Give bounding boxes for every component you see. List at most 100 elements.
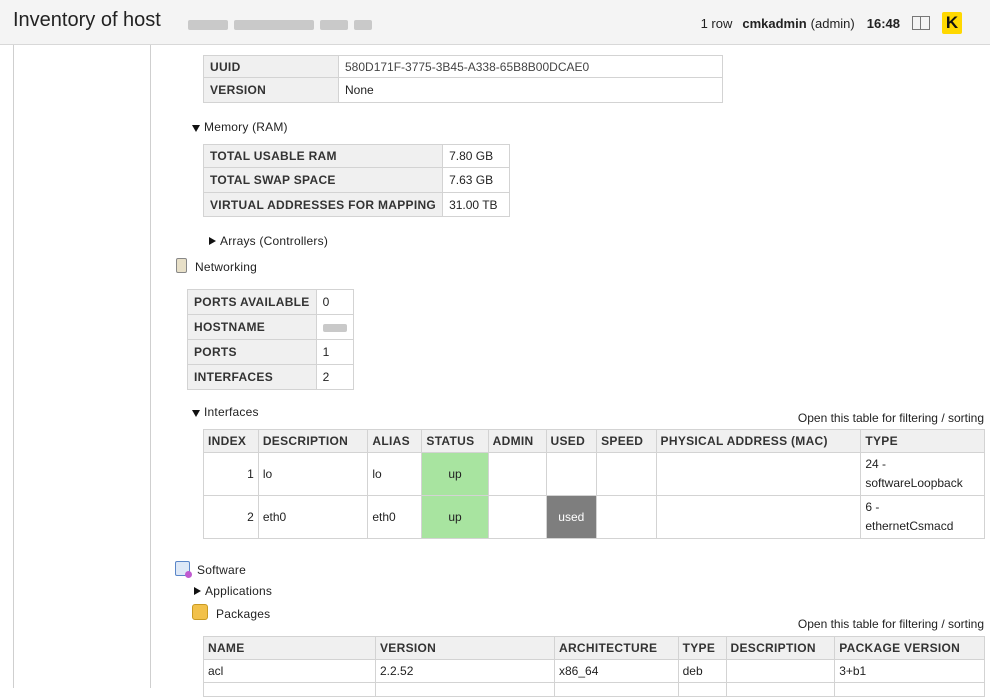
hostname-redacted (322, 323, 347, 332)
username[interactable]: cmkadmin (742, 16, 806, 31)
memory-node[interactable]: Memory (RAM) (192, 120, 288, 134)
table-cell: 2.2.52 (375, 659, 555, 683)
interfaces-filter-link[interactable]: Open this table for filtering / sorting (798, 411, 984, 425)
table-cell (203, 682, 376, 697)
column-header[interactable]: ALIAS (367, 429, 423, 453)
table-key: HOSTNAME (187, 314, 317, 340)
interfaces-table: INDEX DESCRIPTION ALIAS STATUS ADMIN USE… (203, 429, 985, 539)
column-header[interactable]: TYPE (677, 636, 727, 660)
table-value (315, 314, 354, 340)
table-cell: lo (257, 452, 369, 496)
column-header[interactable]: SPEED (596, 429, 657, 453)
packages-filter-link[interactable]: Open this table for filtering / sorting (798, 617, 984, 631)
table-cell: deb (677, 659, 727, 683)
sidebar-border-right (150, 45, 151, 688)
table-key: UUID (203, 55, 339, 78)
table-row (203, 682, 985, 697)
software-icon (175, 561, 192, 578)
applications-node[interactable]: Applications (194, 584, 272, 598)
table-row: 2 eth0 eth0 up used 6 - ethernetCsmacd (203, 495, 985, 539)
page-title: Inventory of host (13, 9, 161, 31)
table-value: 1 (315, 339, 354, 365)
row-count: 1 row (700, 15, 733, 31)
table-key: TOTAL USABLE RAM (202, 144, 444, 168)
status-badge: up (421, 495, 489, 539)
table-cell (596, 452, 657, 496)
table-cell: 3+b1 (834, 659, 985, 683)
table-cell (596, 495, 657, 539)
logo-icon[interactable]: K (942, 12, 962, 34)
table-cell: 6 - ethernetCsmacd (860, 495, 985, 539)
table-cell (655, 495, 862, 539)
column-header[interactable]: VERSION (375, 636, 555, 660)
type-code: 6 - (865, 500, 880, 514)
table-row: acl 2.2.52 x86_64 deb 3+b1 (203, 659, 985, 683)
arrays-node[interactable]: Arrays (Controllers) (209, 234, 328, 248)
table-key: TOTAL SWAP SPACE (202, 167, 444, 193)
triangle-down-icon (192, 125, 200, 132)
table-value: 7.63 GB (442, 167, 511, 193)
book-icon[interactable] (912, 16, 930, 30)
memory-label: Memory (RAM) (204, 120, 288, 134)
header-status: 1 row cmkadmin (admin) 16:48 K (701, 12, 990, 34)
table-value: 580D171F-3775-3B45-A338-65B8B00DCAE0 (338, 55, 723, 78)
column-header[interactable]: ARCHITECTURE (554, 636, 679, 660)
table-cell: x86_64 (554, 659, 679, 683)
table-value: 7.80 GB (442, 144, 511, 168)
table-row: 1 lo lo up 24 - softwareLoopback (203, 452, 985, 496)
networking-table: PORTS AVAILABLE 0 HOSTNAME PORTS 1 INTER… (187, 289, 354, 390)
table-cell: 24 - softwareLoopback (860, 452, 985, 496)
column-header[interactable]: STATUS (421, 429, 489, 453)
column-header[interactable]: PACKAGE VERSION (834, 636, 985, 660)
packages-node[interactable]: Packages (192, 604, 270, 621)
column-header[interactable]: TYPE (860, 429, 985, 453)
networking-icon (176, 258, 187, 273)
interfaces-node[interactable]: Interfaces (192, 405, 259, 419)
table-cell: eth0 (257, 495, 369, 539)
table-cell (545, 452, 598, 496)
used-badge: used (545, 495, 598, 539)
table-cell: 2 (203, 495, 259, 539)
column-header[interactable]: INDEX (203, 429, 259, 453)
networking-node[interactable]: Networking (176, 258, 257, 274)
table-cell (487, 452, 547, 496)
table-cell (655, 452, 862, 496)
column-header[interactable]: DESCRIPTION (257, 429, 369, 453)
table-key: INTERFACES (187, 364, 317, 390)
system-table: UUID 580D171F-3775-3B45-A338-65B8B00DCAE… (203, 55, 723, 103)
packages-icon (192, 604, 208, 620)
software-label: Software (197, 563, 246, 577)
table-cell (677, 682, 727, 697)
table-cell (725, 659, 836, 683)
table-cell: eth0 (367, 495, 423, 539)
status-badge: up (421, 452, 489, 496)
networking-label: Networking (195, 260, 258, 274)
triangle-right-icon (209, 237, 216, 245)
table-value: 31.00 TB (442, 192, 511, 217)
table-value: None (338, 77, 723, 103)
memory-table: TOTAL USABLE RAM 7.80 GB TOTAL SWAP SPAC… (202, 144, 511, 217)
table-key: PORTS (187, 339, 317, 365)
column-header[interactable]: DESCRIPTION (725, 636, 836, 660)
column-header[interactable]: ADMIN (487, 429, 547, 453)
column-header[interactable]: NAME (203, 636, 376, 660)
column-header[interactable]: USED (545, 429, 598, 453)
table-value: 2 (315, 364, 354, 390)
user-role: (admin) (810, 15, 855, 31)
clock: 16:48 (866, 15, 900, 31)
table-cell: 1 (203, 452, 259, 496)
type-code: 24 - (865, 457, 887, 471)
triangle-down-icon (192, 410, 200, 417)
type-name: softwareLoopback (865, 476, 963, 490)
table-cell: lo (367, 452, 423, 496)
column-header[interactable]: PHYSICAL ADDRESS (MAC) (655, 429, 862, 453)
arrays-label: Arrays (Controllers) (220, 234, 329, 248)
table-cell (725, 682, 836, 697)
table-cell (487, 495, 547, 539)
applications-label: Applications (205, 584, 273, 598)
interfaces-label: Interfaces (204, 405, 259, 419)
table-cell: acl (203, 659, 376, 683)
triangle-right-icon (194, 587, 201, 595)
sidebar-border-left (13, 45, 14, 688)
software-node[interactable]: Software (175, 561, 246, 578)
